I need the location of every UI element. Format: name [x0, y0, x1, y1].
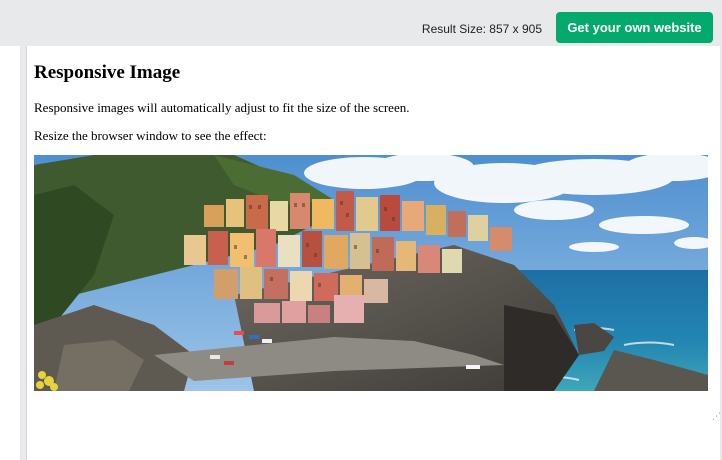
- resize-grip-icon[interactable]: ⋰: [712, 412, 721, 422]
- page-heading: Responsive Image: [34, 62, 181, 83]
- panel-divider[interactable]: [20, 46, 27, 460]
- left-gutter: [0, 46, 20, 460]
- intro-paragraph: Responsive images will automatically adj…: [34, 100, 410, 115]
- result-frame: Responsive Image Responsive images will …: [28, 46, 720, 460]
- result-size-label: Result Size: 857 x 905: [421, 22, 542, 36]
- result-toolbar: Result Size: 857 x 905 Get your own webs…: [0, 0, 722, 46]
- village-photo-illustration: [34, 155, 708, 391]
- get-your-own-website-button[interactable]: Get your own website: [556, 12, 713, 43]
- instruction-paragraph: Resize the browser window to see the eff…: [34, 128, 267, 143]
- responsive-image: [34, 155, 708, 391]
